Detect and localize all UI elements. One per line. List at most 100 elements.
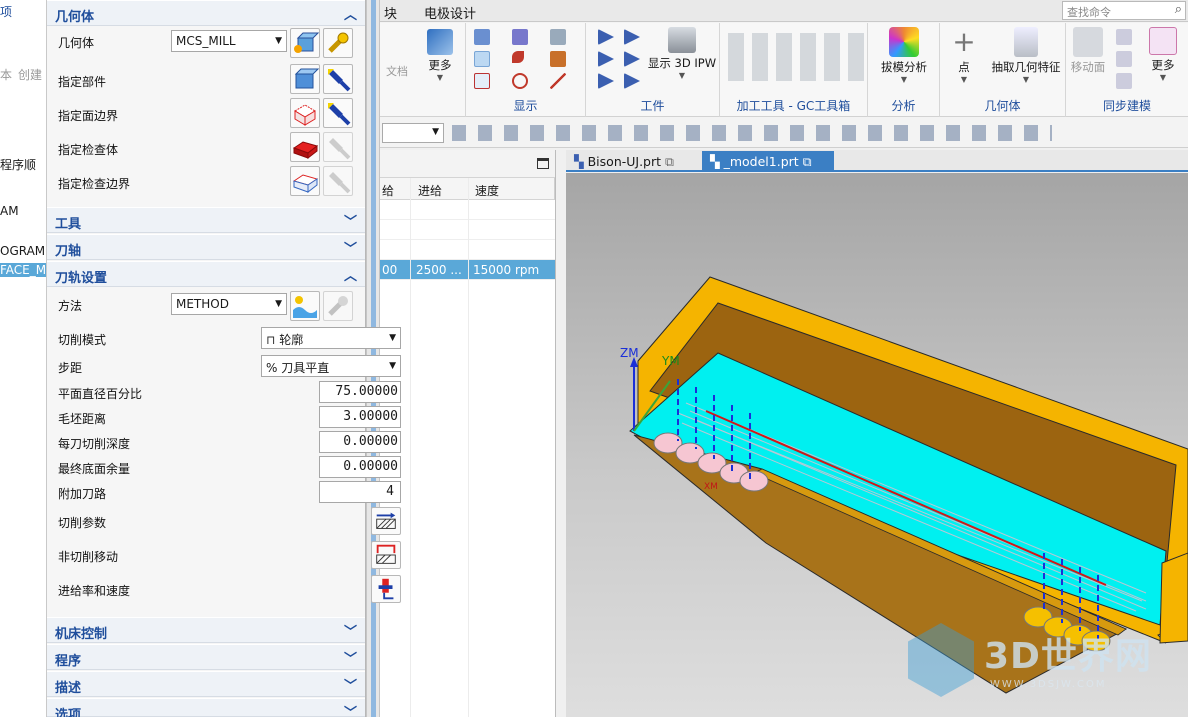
sync-icon-1[interactable]: [1116, 29, 1132, 45]
method-label: 方法: [58, 299, 83, 313]
play-icon-1[interactable]: [598, 29, 614, 45]
section-program[interactable]: 程序 ﹀: [47, 644, 365, 670]
feeds-and-speeds-icon: [378, 578, 394, 600]
more-right-button[interactable]: 更多 ▼: [1142, 27, 1184, 82]
new-geometry-button[interactable]: [290, 28, 320, 58]
cut-pattern-dropdown[interactable]: ⊓ 轮廓 ▼: [261, 327, 401, 349]
ribbon-tabbar: 块 电极设计 查找命令 ⌕: [380, 0, 1188, 22]
chevron-up-icon[interactable]: ︿: [344, 265, 357, 284]
section-tool[interactable]: 工具 ﹀: [47, 207, 365, 233]
section-tool-axis[interactable]: 刀轴 ﹀: [47, 234, 365, 260]
tab-fragment[interactable]: 项: [0, 3, 46, 20]
stepover-dropdown[interactable]: % 刀具平直 ▼: [261, 355, 401, 377]
chevron-down-icon[interactable]: ﹀: [344, 648, 357, 667]
specify-check-boundary-select-button[interactable]: [290, 166, 320, 196]
circle-icon[interactable]: [512, 73, 528, 89]
edit-geometry-button[interactable]: [323, 28, 353, 58]
additional-passes-input[interactable]: 4: [319, 481, 401, 503]
specify-check-body-display-button[interactable]: [323, 132, 353, 162]
non-cutting-moves-label: 非切削移动: [58, 550, 119, 564]
tab-bison-uj[interactable]: ▚ Bison-UJ.prt ⧉: [566, 151, 700, 172]
section-geometry[interactable]: 几何体 ︿: [47, 0, 365, 26]
nav-row-fragment[interactable]: AM: [0, 204, 46, 218]
line-icon[interactable]: [550, 73, 566, 89]
sync-icon-2[interactable]: [1116, 51, 1132, 67]
specify-check-body-select-button[interactable]: [290, 132, 320, 162]
flat-diameter-pct-input[interactable]: 75.00000: [319, 381, 401, 403]
gc-tool-icons[interactable]: [728, 33, 864, 81]
axis-label-ym: YM: [661, 354, 680, 368]
draft-analysis-button[interactable]: 拔模分析 ▼: [868, 27, 940, 84]
column-header-partial[interactable]: 给: [382, 182, 394, 199]
sync-icon-3[interactable]: [1116, 73, 1132, 89]
flashlight-icon: [328, 103, 351, 126]
chevron-down-icon[interactable]: ﹀: [344, 211, 357, 230]
geometry-dropdown[interactable]: MCS_MILL ▼: [171, 30, 287, 52]
group-sync-modeling: 移动面 更多 ▼ 同步建模: [1066, 23, 1188, 117]
play-icon-3[interactable]: [598, 51, 614, 67]
cutting-parameters-button[interactable]: [371, 507, 401, 535]
extract-icon: [1014, 27, 1038, 57]
section-path-settings[interactable]: 刀轨设置 ︿: [47, 261, 365, 287]
caret-down-icon: ▼: [1022, 75, 1030, 84]
section-options[interactable]: 选项 ﹀: [47, 698, 365, 717]
chevron-up-icon[interactable]: ︿: [344, 4, 357, 23]
edit-method-button[interactable]: [323, 291, 353, 321]
command-search-input[interactable]: 查找命令 ⌕: [1062, 1, 1186, 20]
maximize-icon[interactable]: [537, 158, 549, 169]
show-3d-ipw-button[interactable]: 显示 3D IPW ▼: [646, 27, 718, 80]
display-icon-7[interactable]: [474, 73, 490, 89]
specify-check-boundary-label: 指定检查边界: [58, 177, 131, 191]
more-left-button[interactable]: 更多 ▼: [420, 29, 460, 82]
section-machine-control[interactable]: 机床控制 ﹀: [47, 617, 365, 643]
check-body-icon: [292, 141, 319, 160]
blank-distance-input[interactable]: 3.00000: [319, 406, 401, 428]
non-cutting-moves-button[interactable]: [371, 541, 401, 569]
specify-face-boundary-display-button[interactable]: [323, 98, 353, 128]
filter-dropdown[interactable]: ▼: [382, 123, 444, 143]
display-icon-2[interactable]: [512, 29, 528, 45]
cell-speed: 15000 rpm: [473, 263, 540, 277]
final-floor-stock-input[interactable]: 0.00000: [319, 456, 401, 478]
display-icon-4[interactable]: [474, 51, 490, 67]
display-icon-6[interactable]: [550, 51, 566, 67]
group-label-workpiece: 工件: [640, 99, 665, 113]
new-method-button[interactable]: [290, 291, 320, 321]
display-icon-3[interactable]: [550, 29, 566, 45]
feeds-and-speeds-button[interactable]: [371, 575, 401, 603]
specify-part-select-button[interactable]: [290, 64, 320, 94]
depth-per-cut-input[interactable]: 0.00000: [319, 431, 401, 453]
extract-geometry-button[interactable]: 抽取几何特征 ▼: [988, 27, 1064, 84]
curve-icon[interactable]: [512, 51, 524, 63]
chevron-down-icon[interactable]: ﹀: [344, 621, 357, 640]
method-dropdown[interactable]: METHOD ▼: [171, 293, 287, 315]
point-button[interactable]: + 点 ▼: [944, 27, 984, 85]
move-face-button[interactable]: 移动面: [1066, 27, 1110, 75]
display-icon-1[interactable]: [474, 29, 490, 45]
section-title: 程序: [55, 654, 82, 669]
ribbon-groups: 文档 更多 ▼ 显示 显示 3D IPW ▼ 工件 加工工具 - GC工具箱 拔…: [380, 23, 1188, 117]
play-icon-2[interactable]: [624, 29, 640, 45]
tab-electrode-design[interactable]: 电极设计: [424, 3, 476, 22]
section-description[interactable]: 描述 ﹀: [47, 671, 365, 697]
nav-row-selected-fragment[interactable]: FACE_M: [0, 263, 46, 277]
chevron-down-icon[interactable]: ﹀: [344, 675, 357, 694]
selection-toolbar: ▼: [380, 118, 1188, 148]
play-icon-4[interactable]: [624, 51, 640, 67]
tab-block[interactable]: 块: [384, 3, 397, 22]
specify-check-boundary-display-button[interactable]: [323, 166, 353, 196]
tab-model1[interactable]: ▚ _model1.prt ⧉ ✕: [702, 151, 834, 185]
chevron-down-icon[interactable]: ﹀: [344, 238, 357, 257]
chevron-down-icon[interactable]: ﹀: [344, 702, 357, 717]
show-3d-ipw-label: 显示 3D IPW: [647, 56, 717, 70]
column-header-speed[interactable]: 速度: [475, 182, 499, 199]
graphics-viewport[interactable]: ZM YM XM 3D世界网 WWW.3DSJW.COM: [566, 173, 1188, 717]
play-icon-5[interactable]: [598, 73, 614, 89]
specify-part-display-button[interactable]: [323, 64, 353, 94]
nav-row-fragment[interactable]: OGRAM: [0, 244, 46, 258]
column-header-feed[interactable]: 进给: [418, 182, 442, 199]
play-icon-6[interactable]: [624, 73, 640, 89]
selection-tool-icons[interactable]: [452, 125, 1052, 141]
specify-face-boundary-select-button[interactable]: [290, 98, 320, 128]
search-icon[interactable]: ⌕: [1175, 2, 1182, 17]
